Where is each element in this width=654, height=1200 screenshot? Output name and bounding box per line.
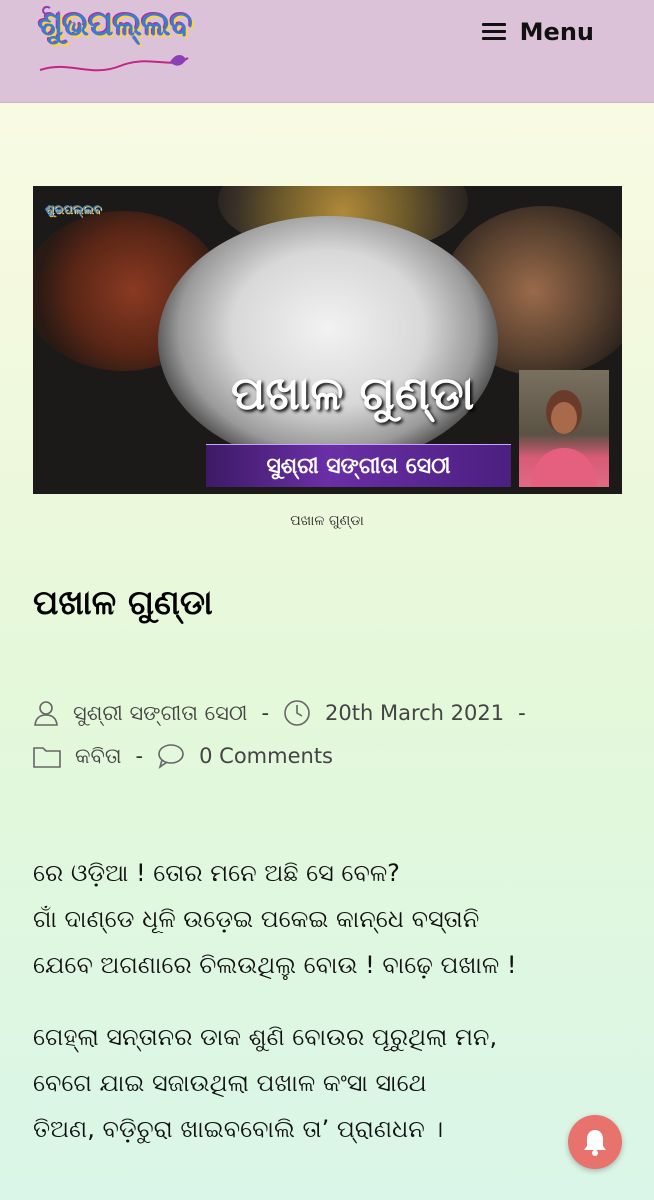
image-title-overlay: ପଖାଳ ଗୁଣ୍ଡା <box>231 366 475 420</box>
post-meta-row-1: ସୁଶ୍ରୀ ସଙ୍ଗୀତା ସେଠୀ - 20th March 2021 - <box>33 699 540 727</box>
stanza: ଗେହ୍ଲା ସନ୍ତାନର ଡାକ ଶୁଣି ବୋଉର ପୂରୁଥିଲା ମନ… <box>33 1014 623 1152</box>
bell-icon <box>584 1130 606 1156</box>
author-photo <box>519 370 609 487</box>
post-content: ରେ ଓଡ଼ିଆ ! ତୋର ମନେ ଅଛି ସେ ବେଳ? ଗାଁ ଦାଣ୍ଡ… <box>33 850 623 1178</box>
poem-line: ବେଗେ ଯାଇ ସଜାଉଥିଲା ପଖାଳ କଂସା ସାଥେ <box>33 1069 427 1097</box>
post-author[interactable]: ସୁଶ୍ରୀ ସଙ୍ଗୀତା ସେଠୀ <box>73 701 247 726</box>
site-logo[interactable]: ଶୁଭପଲ୍ଲବ <box>30 0 195 82</box>
post-date[interactable]: 20th March 2021 <box>325 701 504 725</box>
meta-separator: - <box>518 701 526 725</box>
poem-line: ରେ ଓଡ଼ିଆ ! ତୋର ମନେ ଅଛି ସେ ବେଳ? <box>33 859 400 887</box>
clock-icon <box>284 700 310 726</box>
menu-button[interactable]: Menu <box>481 14 594 50</box>
meta-separator: - <box>135 744 144 768</box>
meta-separator: - <box>261 701 270 725</box>
post-meta-row-2: କବିତା - 0 Comments <box>33 743 333 769</box>
menu-label: Menu <box>519 18 594 46</box>
stanza: ରେ ଓଡ଼ିଆ ! ତୋର ମନେ ଅଛି ସେ ବେଳ? ଗାଁ ଦାଣ୍ଡ… <box>33 850 623 988</box>
comment-icon <box>158 744 184 769</box>
poem-line: ଯେବେ ଅଗଣାରେ ଚିଲଉଥିଲୁ ବୋଉ ! ବାଢ଼େ ପଖାଳ ! <box>33 951 517 979</box>
author-banner: ସୁଶ୍ରୀ ସଙ୍ଗୀତା ସେଠୀ <box>206 444 511 487</box>
poem-line: ଗାଁ ଦାଣ୍ଡେ ଧୂଳି ଉଡ଼େଇ ପକେଇ କାନ୍ଧେ ବସ୍ତାନ… <box>33 905 480 933</box>
user-icon <box>34 701 58 726</box>
image-caption: ପଖାଳ ଗୁଣ୍ଡା <box>290 513 364 529</box>
post-category[interactable]: କବିତା <box>75 744 122 769</box>
person-photo-icon <box>531 390 597 487</box>
poem-line: ତିଅଣ, ବଡ଼ିଚୁରା ଖାଇବବୋଲି ତା’ ପ୍ରାଣଧନ । <box>33 1115 444 1143</box>
site-header: ଶୁଭପଲ୍ଲବ Menu <box>0 0 654 103</box>
folder-icon <box>33 747 61 768</box>
author-banner-text: ସୁଶ୍ରୀ ସଙ୍ଗୀତା ସେଠୀ <box>266 453 451 479</box>
poem-line: ଗେହ୍ଲା ସନ୍ତାନର ଡାକ ଶୁଣି ବୋଉର ପୂରୁଥିଲା ମନ… <box>33 1023 498 1051</box>
notification-bell-button[interactable] <box>568 1115 622 1169</box>
rice-plate <box>158 216 498 466</box>
post-title: ପଖାଳ ଗୁଣ୍ଡା <box>33 583 213 623</box>
featured-image: ଶୁଭପଲ୍ଲବ ପଖାଳ ଗୁଣ୍ଡା ସୁଶ୍ରୀ ସଙ୍ଗୀତା ସେଠୀ <box>33 186 622 494</box>
post-comments-link[interactable]: 0 Comments <box>199 744 333 768</box>
corner-logo: ଶୁଭପଲ୍ଲବ <box>45 202 102 216</box>
logo-text: ଶୁଭପଲ୍ଲବ <box>38 4 193 44</box>
hamburger-icon <box>481 23 506 41</box>
